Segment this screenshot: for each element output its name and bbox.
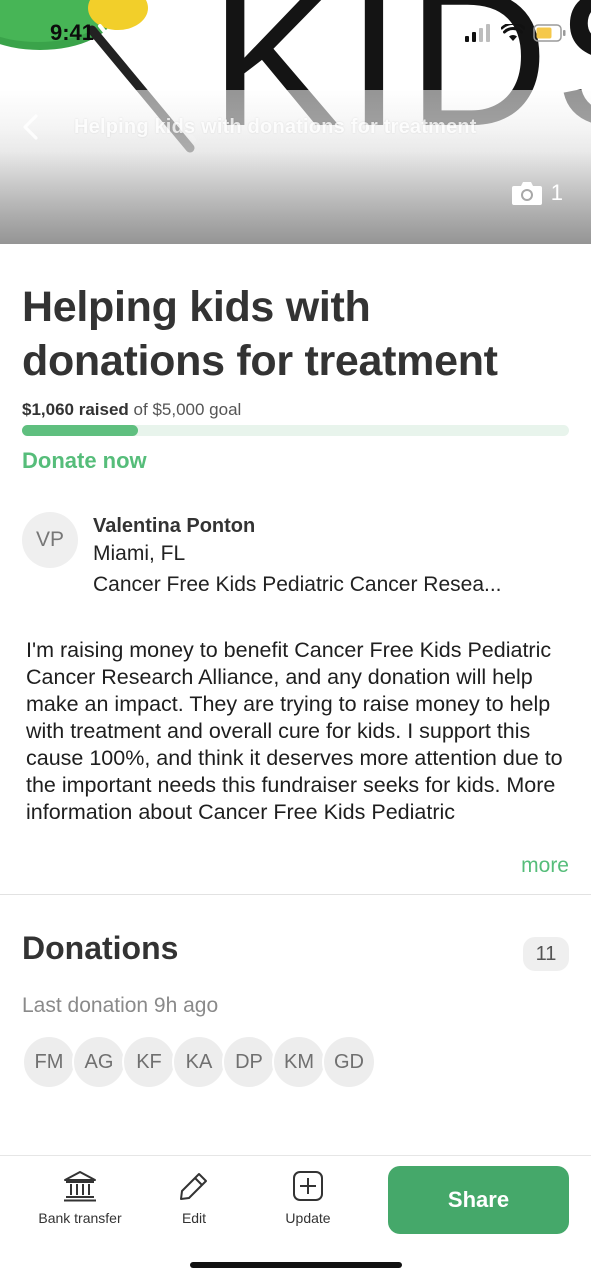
photo-count-value: 1 (550, 180, 563, 205)
wifi-icon (501, 24, 525, 41)
organizer-location: Miami, FL (93, 542, 186, 565)
battery-icon (533, 24, 566, 42)
status-time: 9:41 (50, 20, 95, 45)
donor-avatar: KA (172, 1035, 226, 1089)
organizer-cause[interactable]: Cancer Free Kids Pediatric Cancer Resea.… (93, 573, 502, 597)
progress-fill (22, 425, 138, 436)
status-icons (465, 24, 567, 42)
organizer-avatar[interactable]: VP (22, 512, 78, 568)
photo-count[interactable]: 1 (511, 180, 563, 206)
pencil-icon (180, 1173, 207, 1200)
camera-icon (511, 182, 542, 205)
hero-gradient (0, 90, 591, 244)
donations-count-badge[interactable]: 11 (523, 937, 569, 971)
bank-transfer-button[interactable]: Bank transfer (25, 1170, 135, 1226)
progress-bar (22, 425, 569, 436)
bank-icon (64, 1171, 96, 1202)
raised-amount: $1,060 raised (22, 400, 129, 419)
donor-avatar: FM (22, 1035, 76, 1089)
raised-summary: $1,060 raised of $5,000 goal (22, 400, 241, 420)
edit-label: Edit (181, 1210, 207, 1226)
goal-text: of $5,000 goal (133, 400, 242, 419)
donor-avatar: DP (222, 1035, 276, 1089)
donations-title: Donations (22, 930, 179, 966)
signal-icon (465, 24, 490, 42)
share-button[interactable]: Share (388, 1166, 569, 1234)
nav-title: Helping kids with donations for treatmen… (74, 116, 477, 138)
update-button[interactable]: Update (253, 1170, 363, 1226)
back-icon[interactable] (18, 112, 46, 142)
add-square-icon (293, 1171, 323, 1201)
last-donation-text: Last donation 9h ago (22, 994, 219, 1017)
donor-avatar: GD (322, 1035, 376, 1089)
campaign-title: Helping kids with donations for treatmen… (22, 283, 498, 385)
section-divider (0, 894, 591, 895)
edit-button[interactable]: Edit (139, 1170, 249, 1226)
donate-now-link[interactable]: Donate now (22, 448, 147, 474)
donor-avatar: KF (122, 1035, 176, 1089)
update-label: Update (285, 1210, 331, 1226)
story-text: I'm raising money to benefit Cancer Free… (26, 638, 563, 824)
organizer-name[interactable]: Valentina Ponton (93, 515, 255, 538)
donor-avatars[interactable]: FM AG KF KA DP KM GD (22, 1035, 376, 1089)
more-link[interactable]: more (521, 854, 569, 878)
home-indicator[interactable] (190, 1262, 402, 1268)
donor-avatar: AG (72, 1035, 126, 1089)
bank-transfer-label: Bank transfer (38, 1210, 122, 1226)
donor-avatar: KM (272, 1035, 326, 1089)
